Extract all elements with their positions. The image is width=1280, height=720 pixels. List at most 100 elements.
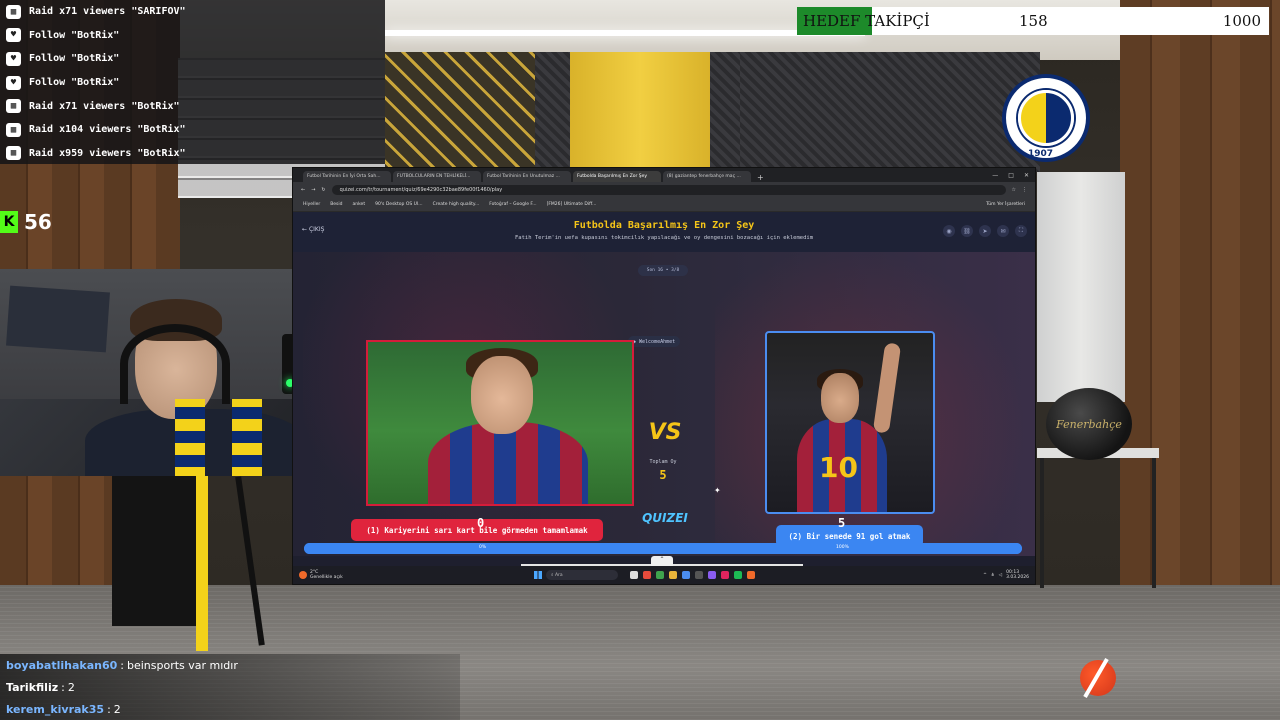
alert-text: Raid x71 viewers "SARIFOV": [29, 6, 186, 18]
chat-text: beinsports var mıdır: [126, 658, 238, 672]
weather-text: 2°C Genellikle açık: [310, 570, 343, 580]
browser-window: Futbol Tarihinin En İyi Orta Sah... FUTB…: [292, 167, 1036, 585]
club-year: 1907: [1028, 149, 1054, 159]
all-bookmarks[interactable]: Tüm Yer İşaretleri: [986, 202, 1025, 207]
tab-label: Futbolda Başarılmış En Zor Şey: [577, 174, 648, 179]
quiz-page: ← ÇIKIŞ Futbolda Başarılmış En Zor Şey F…: [293, 212, 1035, 556]
link-icon[interactable]: ⛓: [961, 225, 973, 237]
chat-text: 2: [113, 702, 121, 716]
menu-icon[interactable]: ⋮: [1022, 187, 1027, 193]
shelf-leg: [1152, 458, 1156, 588]
spotify-icon[interactable]: [734, 571, 742, 579]
alert-text: Raid x959 viewers "BotRix": [29, 147, 186, 159]
alert-item: ♥ Follow "BotRix": [0, 71, 385, 95]
search-placeholder: Ara: [554, 572, 563, 578]
task-view-icon[interactable]: [630, 571, 638, 579]
eye-icon[interactable]: ◉: [943, 225, 955, 237]
close-icon[interactable]: ✕: [1024, 172, 1029, 179]
right-score: 5: [838, 516, 846, 530]
clock-date: 3.03.2026: [1006, 575, 1029, 580]
bookmark-item[interactable]: Create high quality...: [433, 202, 480, 207]
send-icon[interactable]: ➤: [979, 225, 991, 237]
goal-current: 158: [1019, 12, 1048, 30]
quiz-title: Futbolda Başarılmış En Zor Şey: [573, 220, 755, 231]
welcome-badge: ◈ WelcomeAhmet: [628, 336, 681, 347]
right-choice-image[interactable]: 10: [765, 331, 935, 514]
taskbar-search[interactable]: ⌕ Ara: [546, 570, 618, 580]
url-input[interactable]: quizei.com/tr/tournament/quiz/69e4290c32…: [331, 185, 1006, 195]
chat-icon[interactable]: ✉: [997, 225, 1009, 237]
chat-text: 2: [67, 680, 75, 694]
webcam-poster: [6, 285, 110, 353]
scarf: [175, 399, 205, 476]
alert-item: ▦ Raid x959 viewers "BotRix": [0, 142, 385, 166]
alert-text: Follow "BotRix": [29, 29, 120, 41]
scroll-up-icon[interactable]: ⌃: [651, 556, 673, 566]
check-icon[interactable]: [682, 571, 690, 579]
new-tab-button[interactable]: +: [757, 173, 764, 182]
obs-icon[interactable]: [747, 571, 755, 579]
alert-item: ♥ Follow "BotRix": [0, 24, 385, 48]
streamer-logo-icon: [1080, 660, 1116, 696]
alert-text: Raid x104 viewers "BotRix": [29, 124, 186, 136]
browser-tab[interactable]: Futbol Tarihinin En Unutulmaz ...: [483, 171, 571, 182]
quiz-header: ← ÇIKIŞ Futbolda Başarılmış En Zor Şey F…: [293, 212, 1035, 252]
weather-widget[interactable]: 2°C Genellikle açık: [299, 570, 419, 580]
tab-label: Futbol Tarihinin En İyi Orta Sah...: [307, 174, 381, 179]
browser-tab-active[interactable]: Futbolda Başarılmış En Zor Şey: [573, 171, 661, 182]
dark-wall-panel: [740, 52, 1040, 172]
maximize-icon[interactable]: □: [1008, 172, 1014, 179]
chat-separator: :: [120, 658, 124, 672]
weather-desc: Genellikle açık: [310, 575, 343, 580]
volume-icon[interactable]: ◁: [999, 573, 1002, 578]
bookmark-item[interactable]: Besid: [330, 202, 342, 207]
clock[interactable]: 00:13 3.03.2026: [1006, 570, 1029, 580]
bookmark-item[interactable]: 90's Desktop OS UI...: [375, 202, 422, 207]
browser-tab[interactable]: (8) gaziantep fenerbahçe maç ...: [663, 171, 751, 182]
chat-separator: :: [107, 702, 111, 716]
back-icon[interactable]: ←: [301, 187, 305, 193]
left-choice-image[interactable]: [366, 340, 634, 506]
total-votes-value: 5: [659, 468, 667, 482]
browser-tab[interactable]: Futbol Tarihinin En İyi Orta Sah...: [303, 171, 391, 182]
ball-text: Fenerbahçe: [1056, 417, 1122, 431]
heart-icon: ♥: [6, 28, 21, 43]
taskbar-center: ⌕ Ara: [534, 570, 755, 580]
bookmark-item[interactable]: anket: [353, 202, 366, 207]
bookmark-item[interactable]: Hiyeller: [303, 202, 320, 207]
gold-wall-panel: [385, 52, 535, 172]
reload-icon[interactable]: ↻: [321, 187, 325, 193]
tab-bar: Futbol Tarihinin En İyi Orta Sah... FUTB…: [293, 168, 1035, 182]
chrome-icon[interactable]: [643, 571, 651, 579]
folder-icon[interactable]: [669, 571, 677, 579]
welcome-text: WelcomeAhmet: [639, 338, 676, 345]
app-icon[interactable]: [695, 571, 703, 579]
wifi-icon[interactable]: ⋔: [991, 573, 995, 578]
heart-icon: ♥: [6, 51, 21, 66]
round-indicator: Son 16 • 3/8: [638, 265, 688, 276]
discord-icon[interactable]: [708, 571, 716, 579]
yellow-door: [570, 52, 710, 172]
app-icon[interactable]: [721, 571, 729, 579]
windows-taskbar: 2°C Genellikle açık ⌕ Ara ^ ⋔ ◁ 00:13 3.0: [293, 566, 1035, 584]
bookmark-item[interactable]: [FM26] Ultimate Diff...: [547, 202, 597, 207]
quizei-logo: QUIZEI: [642, 511, 688, 525]
app-icon[interactable]: [656, 571, 664, 579]
quiz-subtitle: Fatih Terim'in uefa kupasını tokimcilık …: [514, 235, 813, 241]
browser-tab[interactable]: FUTBOLCULARIN EN TEHLİKELİ...: [393, 171, 481, 182]
chat-message: kerem_kivrak35:2: [0, 698, 460, 720]
viewer-count-value: 56: [24, 210, 52, 234]
chat-username: Tarikfiliz: [6, 680, 59, 694]
star-icon[interactable]: ☆: [1012, 187, 1016, 193]
chat-username: kerem_kivrak35: [6, 702, 105, 716]
minimize-icon[interactable]: —: [992, 172, 998, 179]
system-tray: ^ ⋔ ◁ 00:13 3.03.2026: [983, 570, 1029, 580]
bookmark-item[interactable]: Fotoğraf – Google F...: [489, 202, 536, 207]
total-votes-label: Toplam Oy: [649, 459, 677, 465]
chat-separator: :: [61, 680, 65, 694]
fullscreen-icon[interactable]: ⛶: [1015, 225, 1027, 237]
chevron-up-icon[interactable]: ^: [983, 573, 987, 578]
forward-icon[interactable]: →: [311, 187, 315, 193]
windows-start-icon[interactable]: [534, 571, 542, 579]
chat-overlay: boyabatlihakan60: beinsports var mıdır Ta…: [0, 654, 460, 720]
